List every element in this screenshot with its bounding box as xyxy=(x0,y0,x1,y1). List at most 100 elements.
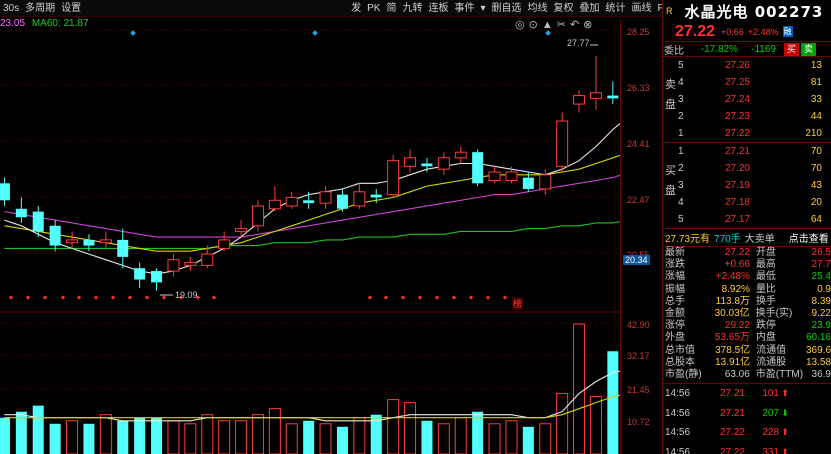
bid-level-row[interactable]: 1 27.21 70 xyxy=(663,143,831,160)
price-scale: 28.25 26.33 24.41 22.47 20.55 20.34 42.9… xyxy=(620,20,662,454)
volume-bar xyxy=(303,420,315,454)
level-number: 5 xyxy=(678,214,684,225)
signal-marker-icon xyxy=(76,295,82,300)
volume-bar xyxy=(83,423,95,454)
big-order-bar[interactable]: 27.73元有 770手 大卖单 点击查看 xyxy=(663,229,831,247)
level-volume: 70 xyxy=(810,146,822,157)
volume-bar xyxy=(556,393,569,454)
volume-bar xyxy=(319,423,332,454)
stat-label: 最低 xyxy=(755,271,776,283)
candle-body xyxy=(607,95,619,99)
volume-bar xyxy=(49,423,61,454)
tick-volume: 101 xyxy=(762,388,779,400)
volume-bar xyxy=(268,408,281,454)
level-price: 27.24 xyxy=(724,94,750,105)
bid-level-row[interactable]: 5 27.17 64 xyxy=(663,211,831,228)
signal-marker-icon xyxy=(161,295,167,300)
stat-value: 36.9 xyxy=(811,368,831,380)
buy-button[interactable]: 买 xyxy=(784,42,800,56)
stat-row: 市盈(静) 63.06 市盈(TTM) 36.9 xyxy=(663,369,831,381)
signal-marker-icon xyxy=(25,295,31,300)
ask-level-row[interactable]: 1 27.22 210 xyxy=(663,125,831,142)
level-volume: 64 xyxy=(810,214,822,225)
rank-tag[interactable]: 榜 xyxy=(512,297,524,310)
volume-bar xyxy=(505,420,518,454)
stat-row: 涨幅 +2.48% 最低 25.4 xyxy=(663,271,831,283)
kline-chart-panel[interactable]: 30s 多周期 设置 发PK简九转连板事件▾删自选均线复权叠加统计画线F10标记… xyxy=(0,0,785,454)
tick-volume: 228 xyxy=(762,427,779,439)
stat-label: 流通值 xyxy=(756,344,787,356)
candle-body xyxy=(539,174,552,190)
candle-body xyxy=(117,239,129,257)
quote-stats: 最新 27.22 开盘 26.5 涨跌 +0.66 最高 27.7 涨幅 +2.48% 最低 25.4… xyxy=(663,247,831,381)
volume-bar xyxy=(336,426,348,454)
level-volume: 33 xyxy=(810,94,822,105)
ask-level-row[interactable]: 3 27.24 33 xyxy=(663,91,831,108)
sell-button[interactable]: 卖 xyxy=(801,42,817,56)
ma-mid-line xyxy=(4,154,620,252)
level-number: 1 xyxy=(678,146,684,157)
stat-row: 金额 30.03亿 换手(实) 9.22 xyxy=(663,308,831,320)
stat-value: 8.39 xyxy=(811,295,831,307)
ask-level-row[interactable]: 2 27.23 44 xyxy=(663,108,831,125)
level-volume: 43 xyxy=(810,180,822,191)
level-volume: 210 xyxy=(805,128,822,139)
level-price: 27.26 xyxy=(724,60,750,71)
volume-bar xyxy=(0,417,10,454)
level-price: 27.20 xyxy=(724,163,750,174)
signal-marker-icon xyxy=(60,295,66,300)
volume-bar xyxy=(201,414,214,454)
candle-body xyxy=(437,157,450,170)
volume-scale-label: 10.72 xyxy=(627,417,650,427)
signal-marker-icon xyxy=(451,295,457,300)
tick-row: 14:56 27.21 207 ⬇ xyxy=(663,404,831,424)
candle-body xyxy=(184,262,197,266)
arrow-up-icon: ⬆ xyxy=(781,388,789,399)
candle-body xyxy=(556,120,569,167)
stat-value: 27.22 xyxy=(724,247,750,259)
tick-volume: 207 xyxy=(762,407,779,419)
bid-level-row[interactable]: 2 27.20 70 xyxy=(663,160,831,177)
event-marker-icon xyxy=(545,30,551,36)
tick-time: 14:56 xyxy=(665,407,691,419)
level-volume: 70 xyxy=(810,163,822,174)
stat-row: 总股本 13.91亿 流通股 13.58 xyxy=(663,357,831,369)
volume-scale-label: 21.45 xyxy=(627,385,650,395)
tick-time: 14:56 xyxy=(665,388,691,400)
bid-level-row[interactable]: 4 27.18 20 xyxy=(663,194,831,211)
ask-level-row[interactable]: 5 27.26 13 xyxy=(663,57,831,74)
weibi-label: 委比 xyxy=(664,45,684,57)
stat-label: 跌停 xyxy=(755,320,776,332)
level-price: 27.25 xyxy=(724,77,750,88)
volume-bar xyxy=(285,423,298,454)
quote-panel: R 水晶光电 002273 27.22 +0.66 +2.48% 融 委比 -1… xyxy=(662,0,831,454)
level-price: 27.18 xyxy=(724,197,750,208)
big-order-price: 27.73元有 xyxy=(665,234,711,245)
candle-body xyxy=(319,191,332,204)
stat-value: 378.5亿 xyxy=(715,344,751,356)
candle-body xyxy=(285,196,298,207)
volume-bar xyxy=(607,351,619,454)
stat-value: 13.91亿 xyxy=(715,356,751,368)
stat-value: 13.58 xyxy=(805,356,831,368)
stat-label: 最高 xyxy=(755,259,776,271)
level-volume: 20 xyxy=(810,197,822,208)
volume-bar xyxy=(218,420,231,454)
signal-marker-icon xyxy=(42,295,48,300)
low-price-marker: 19.09 xyxy=(175,290,198,300)
volume-bar xyxy=(589,396,602,454)
stat-row: 振幅 8.92% 量比 0.9 xyxy=(663,284,831,296)
stat-label: 流通股 xyxy=(756,356,787,368)
ask-level-row[interactable]: 4 27.25 81 xyxy=(663,74,831,91)
signal-marker-icon xyxy=(400,295,406,300)
bid-level-row[interactable]: 3 27.19 43 xyxy=(663,177,831,194)
stat-value: 9.22 xyxy=(811,308,831,320)
stat-value: 113.8万 xyxy=(715,295,750,307)
signal-marker-icon xyxy=(468,295,474,300)
candle-body xyxy=(49,225,61,246)
toolbar-tool-button[interactable]: 画线 xyxy=(629,0,655,17)
current-price-label: 20.34 xyxy=(623,255,650,265)
volume-bar xyxy=(437,423,450,454)
stat-label: 涨幅 xyxy=(665,271,685,283)
view-details-link[interactable]: 点击查看 xyxy=(789,230,829,245)
